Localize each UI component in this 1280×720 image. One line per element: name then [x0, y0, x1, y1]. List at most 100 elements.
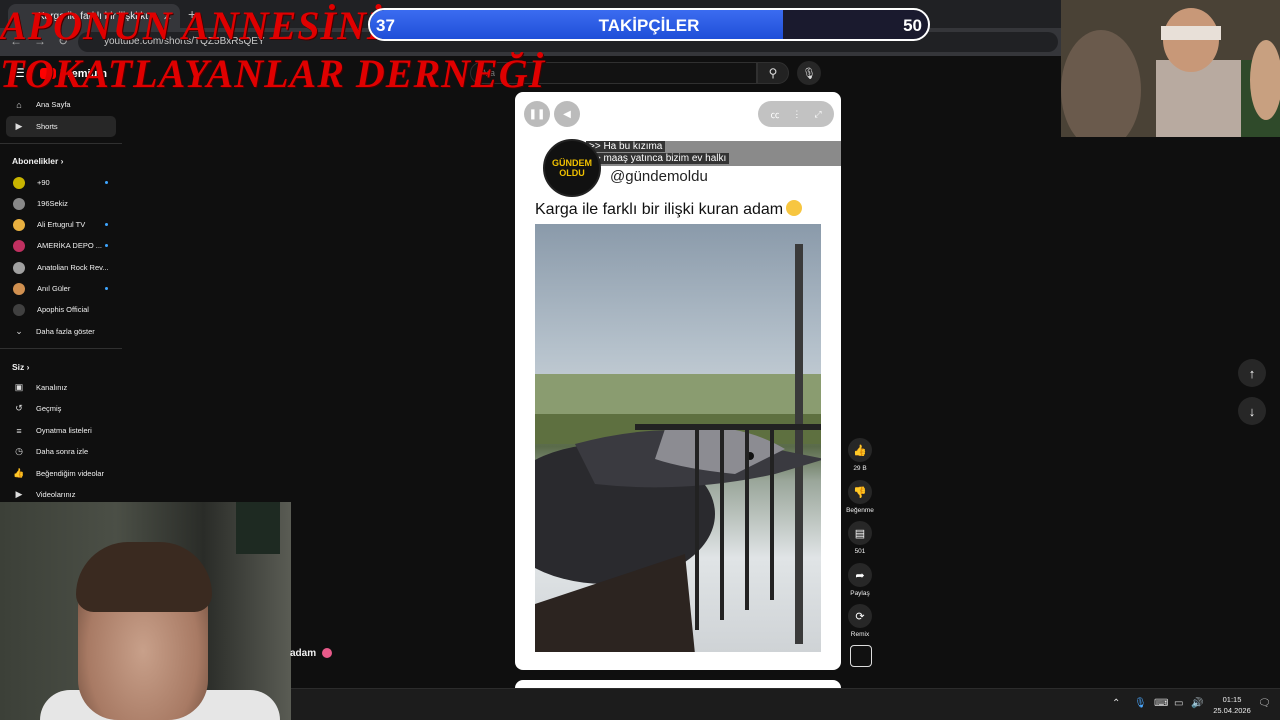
channel-avatar[interactable] — [850, 645, 872, 667]
sidebar-item-label: Apophis Official — [37, 305, 89, 314]
clock-icon: ◷ — [15, 446, 23, 456]
scene-video-overlay — [1061, 0, 1280, 137]
remix-action[interactable]: ⟳ Remix — [848, 604, 872, 638]
channel-icon: ▣ — [14, 382, 24, 392]
system-clock[interactable]: 01:15 25.04.2026 — [1206, 694, 1258, 716]
shorts-icon: ▶ — [15, 121, 23, 131]
remix-label: Remix — [850, 631, 870, 638]
notifications-icon[interactable]: 🗨 — [1258, 698, 1271, 709]
sidebar-item-channel[interactable]: 196Sekiz — [6, 193, 116, 214]
next-short-button[interactable]: ↓ — [1238, 397, 1266, 425]
search-icon: ⚲ — [768, 66, 778, 80]
divider — [0, 348, 122, 349]
channel-handle: @gündemoldu — [610, 168, 708, 185]
dislike-label: Beğenme — [846, 507, 874, 514]
sidebar-item-channel[interactable]: Ali Ertugrul TV — [6, 214, 116, 235]
sidebar-item-label: Anatolian Rock Rev... — [37, 263, 109, 272]
sidebar: ⌂ Ana Sayfa ▶ Shorts Abonelikler › +90 1… — [0, 92, 122, 512]
channel-logo: GÜNDEM OLDU — [543, 139, 601, 197]
channel-avatar — [13, 239, 25, 252]
thumbs-down-icon[interactable]: 👎 — [848, 480, 872, 504]
volume-icon: ◀ — [563, 108, 571, 120]
mute-button[interactable]: ◀ — [554, 101, 580, 127]
clock-time: 01:15 — [1222, 695, 1242, 704]
remix-icon[interactable]: ⟳ — [848, 604, 872, 628]
sidebar-item-label: 196Sekiz — [37, 199, 68, 208]
scene-image — [1061, 0, 1280, 137]
subscriptions-heading[interactable]: Abonelikler › — [12, 156, 64, 166]
sidebar-item-channel[interactable]: AMERİKA DEPO ... — [6, 235, 116, 256]
channel-avatar — [13, 261, 25, 274]
share-action[interactable]: ➦ Paylaş — [848, 563, 872, 597]
clock-date: 25.04.2026 — [1213, 706, 1251, 715]
sidebar-item-label: Videolarınız — [36, 490, 76, 499]
chevron-down-icon: ⌄ — [15, 326, 23, 336]
video-frame — [535, 224, 821, 652]
sidebar-item-channel[interactable]: Anıl Güler — [6, 278, 116, 299]
previous-short-button[interactable]: ↑ — [1238, 359, 1266, 387]
fullscreen-icon[interactable]: ⤢ — [814, 109, 821, 120]
sidebar-item-your-channel[interactable]: ▣ Kanalınız — [6, 377, 116, 398]
sidebar-item-channel[interactable]: +90 — [6, 172, 116, 193]
sidebar-item-channel[interactable]: Apophis Official — [6, 299, 116, 320]
sidebar-item-history[interactable]: ↺ Geçmiş — [6, 398, 116, 419]
sidebar-item-label: Daha sonra izle — [36, 447, 89, 456]
thumbs-up-icon[interactable]: 👍 — [848, 438, 872, 462]
playlist-icon: ≡ — [16, 425, 22, 436]
pause-icon: ❚❚ — [528, 108, 546, 120]
share-label: Paylaş — [850, 590, 870, 597]
sidebar-item-label: AMERİKA DEPO ... — [37, 241, 103, 250]
sidebar-item-liked-videos[interactable]: 👍 Beğendiğim videolar — [6, 463, 116, 484]
voice-search-button[interactable]: 🎙 — [797, 61, 821, 85]
pause-button[interactable]: ❚❚ — [524, 101, 550, 127]
new-content-dot — [105, 223, 108, 226]
more-options-icon[interactable]: ⋮ — [792, 109, 801, 120]
home-icon: ⌂ — [16, 99, 22, 110]
crow-scene-image — [535, 244, 821, 652]
like-count: 29 B — [853, 465, 867, 472]
thumbs-up-icon: 👍 — [13, 468, 25, 478]
comment-icon[interactable]: ▤ — [848, 521, 872, 545]
follower-goal: 50 — [903, 16, 922, 35]
share-icon[interactable]: ➦ — [848, 563, 872, 587]
subtitle-line-2: >> maaş yatınca bizim ev halkı — [586, 153, 730, 164]
search-button[interactable]: ⚲ — [757, 62, 789, 84]
background-caption: adam — [290, 648, 332, 659]
sidebar-item-home[interactable]: ⌂ Ana Sayfa — [6, 94, 116, 115]
sidebar-item-label: Kanalınız — [36, 383, 68, 392]
new-content-dot — [105, 181, 108, 184]
sidebar-item-label: Ali Ertugrul TV — [37, 220, 86, 229]
sidebar-item-label: Anıl Güler — [37, 284, 71, 293]
channel-avatar — [13, 282, 25, 295]
divider — [0, 143, 122, 144]
sidebar-item-label: Shorts — [36, 122, 58, 131]
keyboard-icon[interactable]: ⌨ — [1154, 698, 1168, 709]
sidebar-item-show-more[interactable]: ⌄ Daha fazla göster — [6, 321, 116, 342]
sidebar-item-label: Beğendiğim videolar — [36, 469, 104, 478]
arrow-down-icon: ↓ — [1248, 403, 1256, 419]
sidebar-item-label: Geçmiş — [36, 404, 62, 413]
comment-count: 501 — [854, 548, 866, 555]
mic-icon[interactable]: 🎙 — [1134, 698, 1147, 709]
sidebar-item-playlists[interactable]: ≡ Oynatma listeleri — [6, 420, 116, 441]
volume-icon[interactable]: 🔊 — [1191, 698, 1203, 709]
follower-label: TAKİPÇİLER — [598, 16, 700, 35]
sidebar-item-watch-later[interactable]: ◷ Daha sonra izle — [6, 441, 116, 462]
taskbar — [291, 688, 1280, 720]
network-icon[interactable]: ▭ — [1174, 698, 1183, 709]
captions-icon[interactable]: ㏄ — [770, 108, 779, 121]
video-caption: Karga ile farklı bir ilişki kuran adam — [535, 200, 803, 219]
sidebar-item-channel[interactable]: Anatolian Rock Rev... — [6, 257, 116, 278]
webcam-hair — [76, 542, 212, 612]
dislike-action[interactable]: 👎 Beğenme — [846, 480, 874, 514]
comments-action[interactable]: ▤ 501 — [848, 521, 872, 555]
like-action[interactable]: 👍 29 B — [848, 438, 872, 472]
you-heading[interactable]: Siz › — [12, 362, 29, 372]
sidebar-item-shorts[interactable]: ▶ Shorts — [6, 116, 116, 137]
video-icon: ▶ — [15, 489, 23, 499]
sidebar-item-label: Ana Sayfa — [36, 100, 71, 109]
new-content-dot — [105, 287, 108, 290]
chevron-up-icon[interactable]: ⌃ — [1112, 698, 1120, 709]
grin-sweat-emoji-icon — [786, 200, 803, 216]
channel-avatar — [13, 303, 25, 316]
